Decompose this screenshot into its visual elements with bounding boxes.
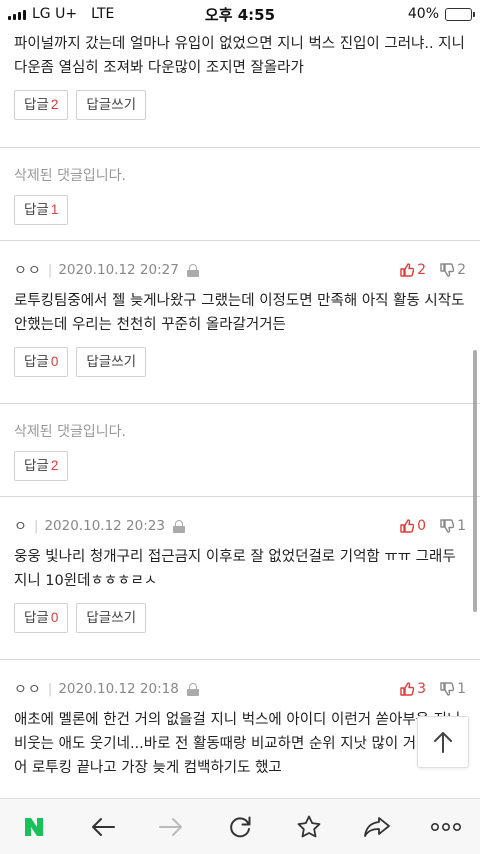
comment-author[interactable]: ㅇ xyxy=(14,516,28,536)
write-reply-button[interactable]: 답글쓰기 xyxy=(76,603,147,633)
network-type: LTE xyxy=(91,6,115,22)
meta-divider: | xyxy=(33,518,39,534)
reply-count: 2 xyxy=(50,97,59,112)
dislike-count: 1 xyxy=(457,681,466,697)
star-icon xyxy=(297,815,320,837)
dislike-button[interactable]: 2 xyxy=(440,262,466,278)
thumbs-down-icon xyxy=(440,263,455,277)
naver-n-logo xyxy=(25,817,44,836)
thumbs-up-icon xyxy=(400,682,415,696)
bottom-toolbar xyxy=(0,798,480,854)
back-button[interactable] xyxy=(69,799,138,854)
comment-text: 파이널까지 갔는데 얼마나 유입이 없었으면 지니 벅스 진입이 그러냐.. 지… xyxy=(14,36,465,76)
like-count: 0 xyxy=(417,518,427,534)
forward-button[interactable] xyxy=(137,799,206,854)
thumbs-down-icon xyxy=(440,519,455,533)
lock-icon xyxy=(172,519,185,533)
reply-label: 답글 xyxy=(24,97,49,112)
dislike-button[interactable]: 1 xyxy=(440,681,466,697)
status-bar: LG U+ LTE 오후 4:55 40% xyxy=(0,0,480,28)
dislike-button[interactable]: 1 xyxy=(440,518,466,534)
comment-date: 2020.10.12 20:27 xyxy=(58,262,179,278)
reply-count-button[interactable]: 답글 1 xyxy=(14,195,69,225)
reply-count: 0 xyxy=(50,354,59,369)
reply-label: 답글 xyxy=(24,202,49,217)
reply-label: 답글 xyxy=(24,458,49,473)
thumbs-up-icon xyxy=(400,519,415,533)
deleted-comment: 삭제된 댓글입니다. 답글 2 xyxy=(0,404,480,497)
home-button[interactable] xyxy=(0,799,69,854)
comment-item: 파이널까지 갔는데 얼마나 유입이 없었으면 지니 벅스 진입이 그러냐.. 지… xyxy=(0,28,480,148)
lock-icon xyxy=(186,263,199,277)
comment-author[interactable]: ㅇㅇ xyxy=(14,260,42,280)
comment-date: 2020.10.12 20:23 xyxy=(44,518,165,534)
bookmark-button[interactable] xyxy=(274,799,343,854)
comment-item: ㅇㅇ | 2020.10.12 20:27 2 2 로투킹팀중에서 젤 늦게나왔… xyxy=(0,241,480,404)
comment-date: 2020.10.12 20:18 xyxy=(58,681,179,697)
dislike-count: 2 xyxy=(457,262,466,278)
carrier-name: LG U+ xyxy=(32,6,78,22)
reply-count-button[interactable]: 답글 2 xyxy=(14,90,69,120)
comment-author[interactable]: ㅇㅇ xyxy=(14,679,42,699)
arrow-up-icon xyxy=(434,732,452,753)
like-button[interactable]: 0 xyxy=(400,518,426,534)
share-button[interactable] xyxy=(343,799,412,854)
share-icon xyxy=(364,816,391,837)
scrollbar[interactable] xyxy=(473,350,477,612)
comment-list[interactable]: 파이널까지 갔는데 얼마나 유입이 없었으면 지니 벅스 진입이 그러냐.. 지… xyxy=(0,28,480,798)
like-button[interactable]: 3 xyxy=(400,681,426,697)
like-button[interactable]: 2 xyxy=(400,262,426,278)
meta-divider: | xyxy=(47,262,53,278)
deleted-comment-text: 삭제된 댓글입니다. xyxy=(14,168,126,184)
more-button[interactable] xyxy=(411,799,480,854)
reply-count: 0 xyxy=(50,610,59,625)
thumbs-up-icon xyxy=(400,263,415,277)
reply-label: 답글 xyxy=(24,610,49,625)
dislike-count: 1 xyxy=(457,518,466,534)
refresh-icon xyxy=(230,816,251,837)
comment-text: 로투킹팀중에서 젤 늦게나왔구 그랬는데 이정도면 만족해 아직 활동 시작도안… xyxy=(14,293,465,333)
deleted-comment: 삭제된 댓글입니다. 답글 1 xyxy=(0,148,480,241)
reply-count-button[interactable]: 답글 2 xyxy=(14,451,69,481)
signal-icon xyxy=(8,8,26,20)
scroll-to-top-button[interactable] xyxy=(417,716,469,768)
battery-icon xyxy=(445,7,475,21)
lock-icon xyxy=(186,682,199,696)
arrow-left-icon xyxy=(91,817,115,836)
meta-divider: | xyxy=(47,681,53,697)
comment-text: 애초에 멜론에 한건 거의 없을걸 지니 벅스에 아이디 이런거 쏟아부음 지니… xyxy=(14,712,461,776)
thumbs-down-icon xyxy=(440,682,455,696)
arrow-right-icon xyxy=(159,817,183,836)
deleted-comment-text: 삭제된 댓글입니다. xyxy=(14,424,126,440)
refresh-button[interactable] xyxy=(206,799,275,854)
reply-count-button[interactable]: 답글 0 xyxy=(14,603,69,633)
battery-percent: 40% xyxy=(407,6,439,22)
comment-item: ㅇㅇ | 2020.10.12 20:18 3 1 애초에 멜론에 한건 거의 … xyxy=(0,660,480,798)
reply-count-button[interactable]: 답글 0 xyxy=(14,347,69,377)
reply-label: 답글 xyxy=(24,354,49,369)
write-reply-button[interactable]: 답글쓰기 xyxy=(76,347,147,377)
comment-text: 웅웅 빛나리 청개구리 접근금지 이후로 잘 없었던걸로 기억함 ㅠㅠ 그래두 … xyxy=(14,549,456,589)
reply-count: 2 xyxy=(50,458,59,473)
like-count: 2 xyxy=(417,262,427,278)
write-reply-button[interactable]: 답글쓰기 xyxy=(76,90,147,120)
clock: 오후 4:55 xyxy=(204,5,276,24)
like-count: 3 xyxy=(417,681,427,697)
comment-item: ㅇ | 2020.10.12 20:23 0 1 웅웅 빛나리 청개구리 접근금… xyxy=(0,497,480,660)
reply-count: 1 xyxy=(50,202,59,217)
more-icon xyxy=(430,822,461,831)
